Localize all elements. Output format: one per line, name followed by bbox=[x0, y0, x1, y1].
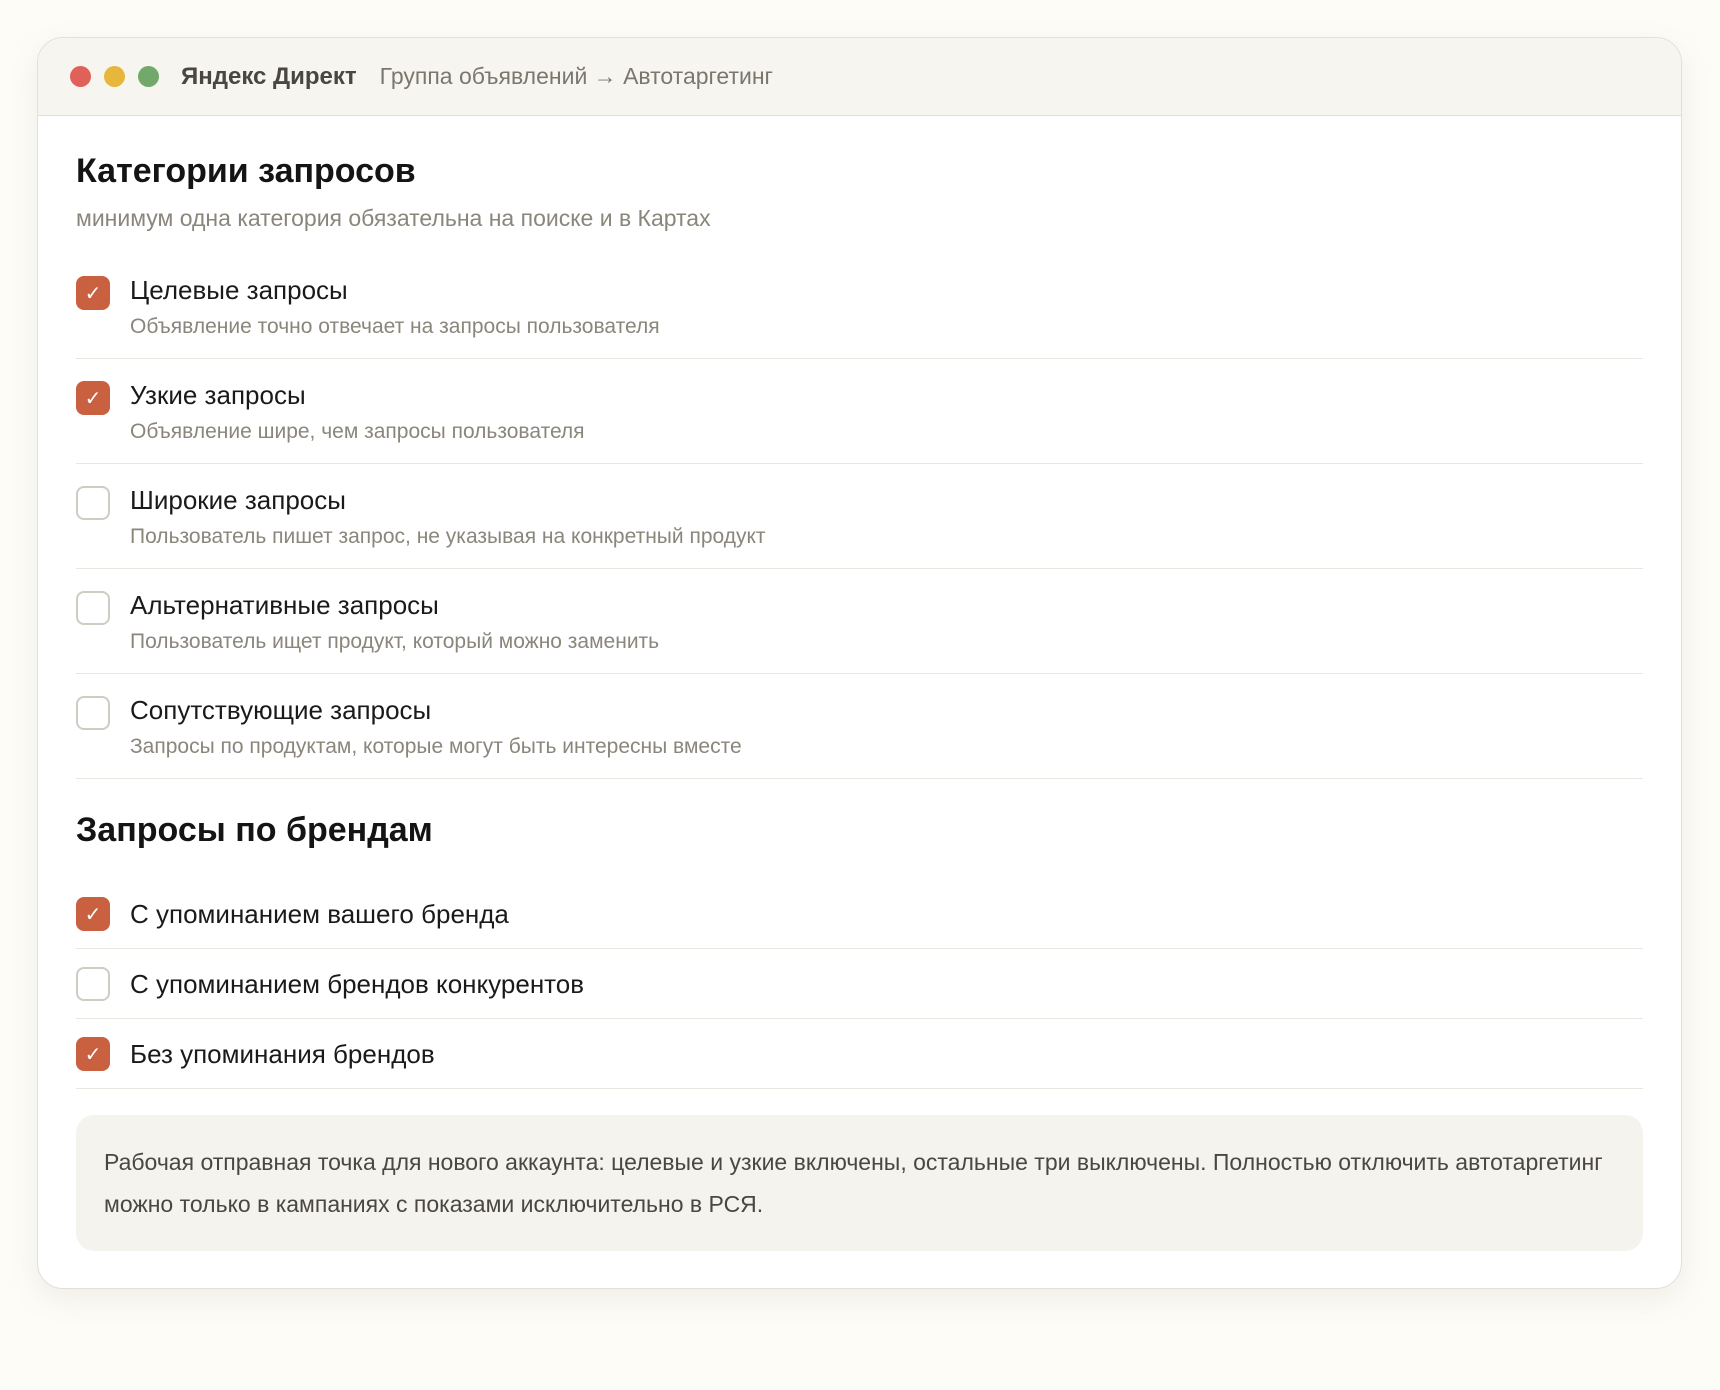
category-row-narrow[interactable]: ✓ Узкие запросы Объявление шире, чем зап… bbox=[76, 359, 1643, 464]
brands-list: ✓ С упоминанием вашего бренда С упоминан… bbox=[76, 879, 1643, 1089]
checkbox-target[interactable]: ✓ bbox=[76, 276, 110, 310]
brand-label: С упоминанием вашего бренда bbox=[130, 898, 509, 929]
checkbox-narrow[interactable]: ✓ bbox=[76, 381, 110, 415]
categories-title: Категории запросов bbox=[76, 152, 416, 190]
app-window: Яндекс Директ Группа объявлений → Автота… bbox=[37, 37, 1682, 1289]
check-icon: ✓ bbox=[84, 281, 102, 305]
check-icon: ✓ bbox=[84, 1041, 102, 1066]
close-window-button[interactable] bbox=[70, 66, 91, 87]
category-row-target[interactable]: ✓ Целевые запросы Объявление точно отвеч… bbox=[76, 256, 1643, 359]
checkbox-accompanying[interactable] bbox=[76, 696, 110, 730]
categories-list: ✓ Целевые запросы Объявление точно отвеч… bbox=[76, 256, 1643, 779]
category-description: Объявление шире, чем запросы пользовател… bbox=[130, 420, 585, 443]
brand-row-none[interactable]: ✓ Без упоминания брендов bbox=[76, 1019, 1643, 1089]
check-icon: ✓ bbox=[84, 386, 102, 410]
brands-title: Запросы по брендам bbox=[76, 811, 433, 849]
category-label: Широкие запросы bbox=[130, 485, 346, 515]
checkbox-competitor-brands[interactable] bbox=[76, 966, 110, 1001]
maximize-window-button[interactable] bbox=[138, 66, 159, 87]
category-row-alternative[interactable]: Альтернативные запросы Пользователь ищет… bbox=[76, 569, 1643, 674]
app-name: Яндекс Директ bbox=[181, 62, 357, 90]
category-label: Сопутствующие запросы bbox=[130, 695, 432, 725]
category-description: Объявление точно отвечает на запросы пол… bbox=[130, 315, 660, 338]
minimize-window-button[interactable] bbox=[104, 66, 125, 87]
category-row-broad[interactable]: Широкие запросы Пользователь пишет запро… bbox=[76, 464, 1643, 569]
category-row-accompanying[interactable]: Сопутствующие запросы Запросы по продукт… bbox=[76, 674, 1643, 779]
checkbox-no-brands[interactable]: ✓ bbox=[76, 1036, 110, 1071]
checkbox-broad[interactable] bbox=[76, 486, 110, 520]
checkbox-alternative[interactable] bbox=[76, 591, 110, 625]
category-label: Целевые запросы bbox=[130, 275, 348, 305]
category-description: Пользователь ищет продукт, который можно… bbox=[130, 630, 660, 653]
category-description: Запросы по продуктам, которые могут быть… bbox=[130, 735, 742, 758]
brand-label: Без упоминания брендов bbox=[130, 1038, 435, 1069]
categories-subtitle: минимум одна категория обязательна на по… bbox=[76, 205, 711, 231]
category-label: Альтернативные запросы bbox=[130, 590, 439, 620]
main-content: Категории запросов минимум одна категори… bbox=[38, 116, 1681, 1251]
brand-row-own[interactable]: ✓ С упоминанием вашего бренда bbox=[76, 879, 1643, 949]
category-description: Пользователь пишет запрос, не указывая н… bbox=[130, 525, 766, 548]
checkbox-own-brand[interactable]: ✓ bbox=[76, 896, 110, 931]
check-icon: ✓ bbox=[84, 901, 102, 926]
brand-row-competitors[interactable]: С упоминанием брендов конкурентов bbox=[76, 949, 1643, 1019]
info-note: Рабочая отправная точка для нового аккау… bbox=[76, 1115, 1643, 1251]
category-label: Узкие запросы bbox=[130, 380, 306, 410]
title-bar: Яндекс Директ Группа объявлений → Автота… bbox=[38, 38, 1681, 116]
breadcrumb: Группа объявлений → Автотаргетинг bbox=[379, 63, 773, 89]
brand-label: С упоминанием брендов конкурентов bbox=[130, 968, 585, 999]
